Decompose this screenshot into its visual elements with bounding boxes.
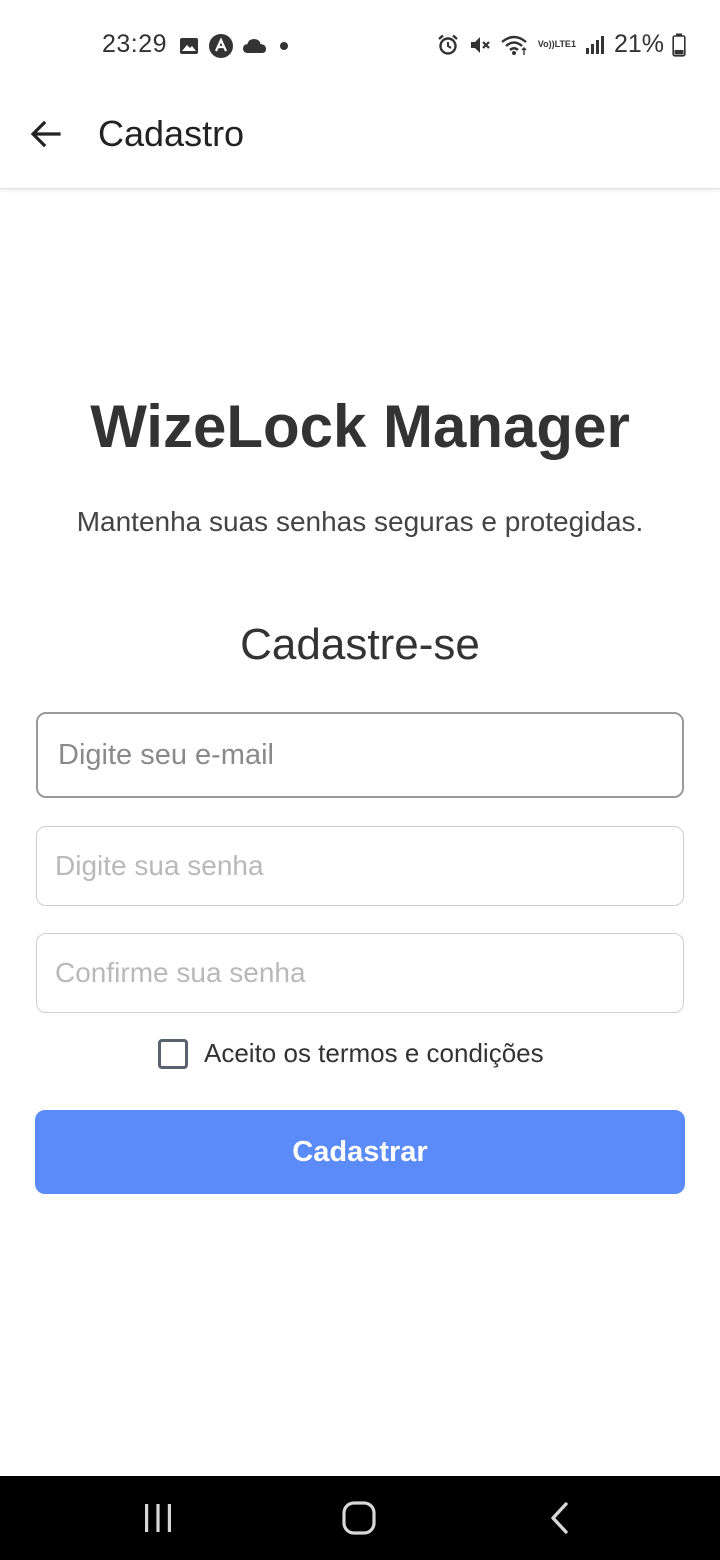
recent-apps-button[interactable] xyxy=(128,1494,188,1542)
email-field[interactable] xyxy=(36,712,684,798)
recent-apps-icon xyxy=(145,1504,171,1532)
signal-icon xyxy=(584,34,606,56)
section-title: Cadastre-se xyxy=(240,620,480,669)
volte-bottom-text: LTE1 xyxy=(554,39,576,49)
status-right-icons: Vo)) LTE1 21% xyxy=(436,30,686,59)
app-icon xyxy=(208,33,234,59)
system-back-button[interactable] xyxy=(530,1494,590,1542)
back-button[interactable] xyxy=(18,106,74,162)
terms-row[interactable]: Aceito os termos e condições xyxy=(158,1038,544,1069)
battery-percent: 21% xyxy=(613,30,664,58)
dot-icon xyxy=(276,38,292,54)
terms-label: Aceito os termos e condições xyxy=(204,1038,544,1068)
arrow-left-icon xyxy=(30,120,61,148)
wifi-icon xyxy=(500,33,530,57)
status-left-icons xyxy=(178,33,292,59)
screen: 23:29 Vo)) LTE1 21% Cadastro WizeLock Ma… xyxy=(0,0,720,1560)
volte-top-text: Vo)) xyxy=(537,39,555,49)
mute-icon xyxy=(468,33,492,57)
status-time: 23:29 xyxy=(102,30,168,58)
status-bar: 23:29 Vo)) LTE1 21% xyxy=(0,0,720,92)
alarm-icon xyxy=(436,33,460,57)
app-subtitle: Mantenha suas senhas seguras e protegida… xyxy=(76,506,644,537)
cloud-icon xyxy=(242,36,268,56)
image-icon xyxy=(178,35,200,57)
register-button[interactable]: Cadastrar xyxy=(35,1110,685,1194)
app-bar: Cadastro xyxy=(0,92,720,189)
navigation-bar xyxy=(0,1476,720,1560)
volte-icon: Vo)) LTE1 xyxy=(538,40,576,49)
terms-checkbox[interactable] xyxy=(158,1038,188,1069)
back-icon xyxy=(551,1502,568,1534)
home-button[interactable] xyxy=(329,1494,389,1542)
battery-icon xyxy=(672,33,686,57)
confirm-password-field[interactable] xyxy=(36,933,684,1013)
app-title: WizeLock Manager xyxy=(90,393,630,460)
home-icon xyxy=(342,1501,376,1535)
page-title: Cadastro xyxy=(98,113,245,154)
password-field[interactable] xyxy=(36,826,684,906)
